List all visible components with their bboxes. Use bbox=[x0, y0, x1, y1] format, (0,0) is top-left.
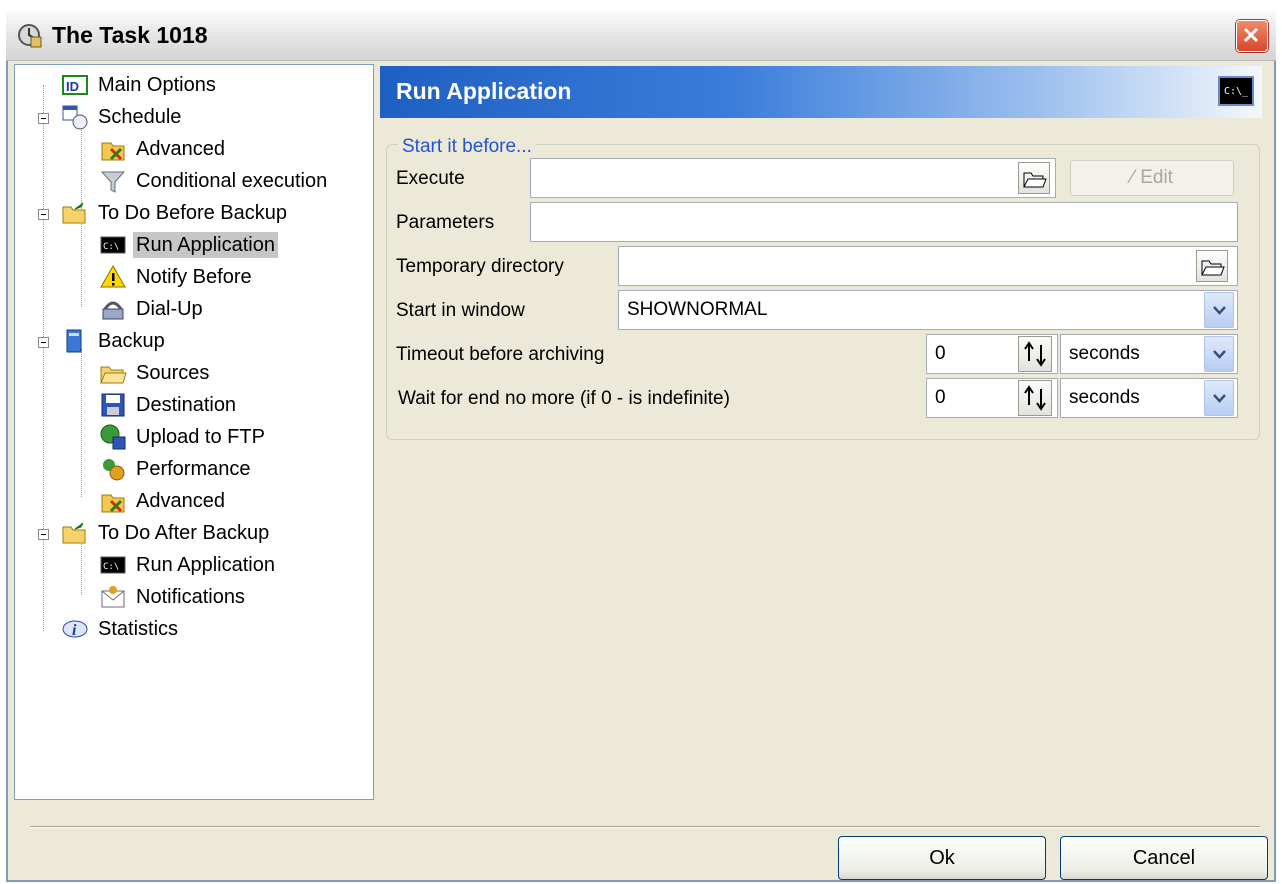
tree-item-advanced-backup[interactable]: Advanced bbox=[99, 487, 228, 515]
floppy-icon bbox=[101, 393, 125, 417]
folder-arrow-icon bbox=[62, 522, 86, 544]
folder-open-icon bbox=[1023, 172, 1047, 188]
tree-item-notifications[interactable]: Notifications bbox=[99, 583, 248, 611]
timeout-label: Timeout before archiving bbox=[396, 344, 605, 365]
title-bar[interactable]: The Task 1018 bbox=[6, 10, 1276, 61]
parameters-input[interactable] bbox=[530, 202, 1238, 242]
timeout-spin-button[interactable] bbox=[1018, 336, 1052, 372]
tree-item-performance[interactable]: Performance bbox=[99, 455, 254, 483]
start-window-dropdown-button[interactable] bbox=[1204, 292, 1234, 328]
panel-header: Run Application C:\_ bbox=[380, 66, 1262, 118]
tree-item-run-application-after[interactable]: C:\ Run Application bbox=[99, 551, 278, 579]
timeout-unit-dropdown-button[interactable] bbox=[1204, 336, 1234, 372]
tree-item-dial-up[interactable]: Dial-Up bbox=[99, 295, 206, 323]
tree-item-before-backup[interactable]: To Do Before Backup bbox=[61, 199, 290, 227]
svg-text:i: i bbox=[72, 622, 77, 639]
expander-before-backup[interactable] bbox=[38, 209, 49, 220]
folder-open-icon bbox=[1201, 260, 1225, 276]
ok-button[interactable]: Ok bbox=[838, 836, 1046, 880]
wait-label: Wait for end no more (if 0 - is indefini… bbox=[398, 388, 730, 409]
edit-button[interactable]: ⁄ Edit bbox=[1070, 160, 1234, 196]
footer-separator bbox=[30, 826, 1260, 828]
advanced-settings-icon bbox=[101, 494, 125, 513]
window-title: The Task 1018 bbox=[52, 22, 208, 48]
tree-item-conditional-execution[interactable]: Conditional execution bbox=[99, 167, 330, 195]
panel-title: Run Application bbox=[396, 78, 572, 104]
navigation-tree[interactable]: ID Main Options Schedule Advanced Condit… bbox=[14, 64, 374, 800]
start-window-label: Start in window bbox=[396, 300, 525, 321]
tree-item-destination[interactable]: Destination bbox=[99, 391, 239, 419]
tree-item-schedule[interactable]: Schedule bbox=[61, 103, 184, 131]
execute-browse-button[interactable] bbox=[1018, 162, 1050, 194]
execute-label: Execute bbox=[396, 168, 465, 189]
calendar-clock-icon bbox=[62, 105, 88, 130]
globe-upload-icon bbox=[100, 424, 126, 450]
svg-text:C:\: C:\ bbox=[103, 242, 119, 252]
filter-icon bbox=[100, 171, 126, 193]
wait-spin-button[interactable] bbox=[1018, 380, 1052, 416]
advanced-settings-icon bbox=[101, 142, 125, 161]
spin-arrows-icon bbox=[1024, 385, 1046, 411]
expander-schedule[interactable] bbox=[38, 113, 49, 124]
cancel-button[interactable]: Cancel bbox=[1060, 836, 1268, 880]
folder-arrow-icon bbox=[62, 202, 86, 224]
expander-after-backup[interactable] bbox=[38, 529, 49, 540]
start-window-select[interactable]: SHOWNORMAL bbox=[618, 290, 1238, 330]
performance-icon bbox=[103, 459, 125, 481]
wait-unit-dropdown-button[interactable] bbox=[1204, 380, 1234, 416]
folder-open-icon bbox=[100, 366, 127, 384]
temp-dir-browse-button[interactable] bbox=[1196, 250, 1228, 282]
parameters-label: Parameters bbox=[396, 212, 495, 233]
group-caption: Start it before... bbox=[398, 136, 536, 158]
chevron-down-icon bbox=[1213, 350, 1226, 359]
tree-item-statistics[interactable]: i Statistics bbox=[61, 615, 181, 643]
tree-item-run-application-before[interactable]: C:\ Run Application bbox=[99, 231, 278, 259]
task-icon bbox=[18, 24, 42, 48]
info-icon: i bbox=[62, 620, 88, 639]
temp-dir-label: Temporary directory bbox=[396, 256, 564, 277]
temp-dir-input[interactable] bbox=[618, 246, 1238, 286]
spin-arrows-icon bbox=[1024, 341, 1046, 367]
tree-item-notify-before[interactable]: Notify Before bbox=[99, 263, 255, 291]
expander-backup[interactable] bbox=[38, 337, 49, 348]
execute-input[interactable] bbox=[530, 158, 1056, 198]
console-icon: C:\ bbox=[100, 556, 126, 574]
tree-item-after-backup[interactable]: To Do After Backup bbox=[61, 519, 272, 547]
computer-icon bbox=[66, 329, 82, 353]
dialup-icon bbox=[102, 301, 124, 320]
id-icon: ID bbox=[62, 75, 88, 95]
chevron-down-icon bbox=[1213, 306, 1226, 315]
svg-text:C:\: C:\ bbox=[103, 562, 119, 572]
tree-item-sources[interactable]: Sources bbox=[99, 359, 212, 387]
tree-item-backup[interactable]: Backup bbox=[61, 327, 168, 355]
svg-text:ID: ID bbox=[66, 79, 79, 94]
tree-item-advanced[interactable]: Advanced bbox=[99, 135, 228, 163]
close-button[interactable] bbox=[1236, 20, 1268, 52]
console-icon: C:\ bbox=[100, 236, 126, 254]
warning-icon bbox=[100, 264, 126, 288]
tree-item-main-options[interactable]: ID Main Options bbox=[61, 71, 219, 99]
tree-item-upload-ftp[interactable]: Upload to FTP bbox=[99, 423, 268, 451]
chevron-down-icon bbox=[1213, 394, 1226, 403]
close-icon bbox=[1243, 27, 1259, 43]
envelope-icon bbox=[101, 586, 125, 608]
console-icon: C:\_ bbox=[1218, 76, 1254, 106]
pencil-icon: ⁄ bbox=[1131, 167, 1135, 188]
